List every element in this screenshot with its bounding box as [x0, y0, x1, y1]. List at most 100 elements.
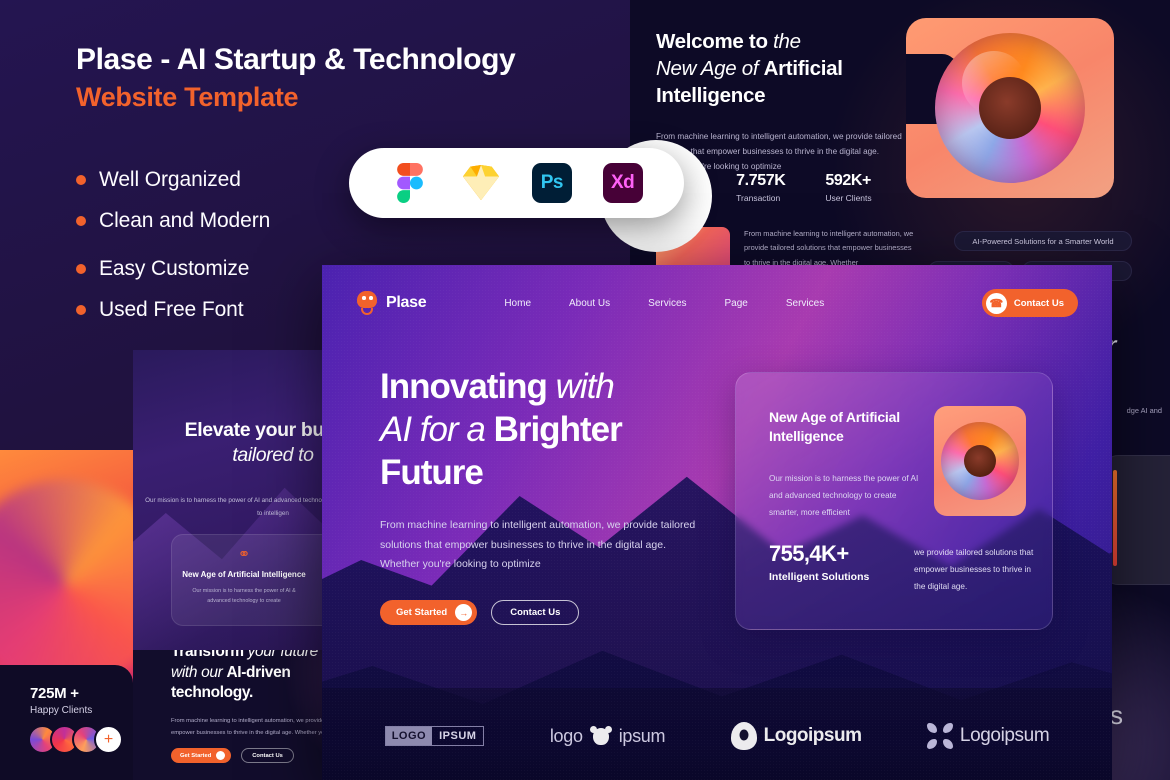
welcome-heading: Welcome to the New Age of Artificial Int…	[656, 28, 916, 109]
photoshop-glyph: Ps	[531, 163, 572, 203]
bullet-dot-icon	[76, 264, 86, 274]
hero-paragraph: From machine learning to intelligent aut…	[380, 519, 696, 570]
add-avatar-button[interactable]: +	[94, 725, 123, 754]
feature-card-title: New Age of Artificial Intelligence	[182, 570, 306, 579]
transform-heading-d: AI-driven	[226, 663, 291, 681]
card-title: New Age of Artificial Intelligence	[769, 409, 900, 444]
welcome-section: Welcome to the New Age of Artificial Int…	[656, 28, 916, 175]
abstract-3d-blob-icon	[941, 422, 1019, 500]
card-side-text: we provide tailored solutions that empow…	[914, 548, 1034, 591]
hero-copy-block: Innovating with AI for a Brighter Future…	[380, 365, 720, 626]
logo-text: Logoipsum	[959, 725, 1050, 746]
welcome-heading-e: Intelligence	[656, 84, 766, 108]
bullet-dot-icon	[76, 216, 86, 226]
right-side-card	[1104, 455, 1170, 585]
avatar-stack: +	[28, 725, 123, 754]
welcome-heading-c: New Age of	[656, 57, 764, 81]
stat-label: Transaction	[736, 193, 781, 203]
hero-artwork-card	[906, 18, 1114, 198]
get-started-button[interactable]: Get Started →	[380, 600, 478, 626]
hero-window: Plase Home About Us Services Page Servic…	[322, 265, 1112, 780]
logo-text: Logoipsum	[763, 725, 862, 746]
hero-heading-d: Brighter	[493, 410, 623, 450]
page-title: Plase - AI Startup & Technology	[76, 43, 516, 76]
poster-canvas: Plase - AI Startup & Technology Website …	[0, 0, 1170, 780]
page-subtitle: Website Template	[76, 82, 299, 113]
phone-icon: ☎	[985, 292, 1007, 314]
hero-nav-menu: Home About Us Services Page Services	[504, 298, 824, 309]
stat-value: 592K+	[825, 172, 871, 189]
clients-value: 725M +	[30, 685, 79, 702]
get-started-label: Get Started	[180, 752, 212, 759]
list-item: Clean and Modern	[76, 209, 270, 233]
arrow-right-icon: →	[455, 604, 473, 622]
card-stat-value: 755,4K+	[769, 541, 849, 566]
list-item: Easy Customize	[76, 257, 270, 281]
nav-item-home[interactable]: Home	[504, 298, 531, 309]
feature-label: Used Free Font	[99, 298, 244, 321]
hero-heading: Innovating with AI for a Brighter Future	[380, 365, 720, 494]
swirl-decoration	[0, 480, 133, 690]
logo-boxed-wrap: LOGO IPSUM	[384, 726, 485, 746]
design-tool-badges: Ps Xd	[349, 148, 684, 218]
tagline-pill[interactable]: AI-Powered Solutions for a Smarter World	[954, 231, 1132, 251]
feature-card-text: Our mission is to harness the power of A…	[192, 588, 296, 605]
nav-item-about-us[interactable]: About Us	[569, 298, 610, 309]
get-started-label: Get Started	[396, 607, 448, 619]
droplet-icon	[730, 722, 757, 750]
logo-part-a: LOGO	[385, 727, 433, 745]
feature-label: Well Organized	[99, 168, 241, 191]
clients-label: Happy Clients	[30, 705, 93, 716]
stat-value: 7.757K	[736, 172, 786, 189]
list-item: Used Free Font	[76, 298, 270, 322]
stat-label: User Clients	[825, 193, 872, 203]
petal-icon	[926, 723, 953, 749]
feature-card: ⚭ New Age of Artificial Intelligence Our…	[172, 535, 316, 625]
logo-part-a: logo	[549, 725, 583, 746]
logo-part-b: IPSUM	[439, 730, 477, 742]
transform-heading-c: with our	[171, 663, 227, 681]
hero-heading-b: with	[555, 367, 615, 406]
nav-item-services-2[interactable]: Services	[786, 298, 824, 309]
card-thumbnail	[934, 406, 1026, 516]
plase-logo-icon	[356, 291, 378, 315]
hero-heading-e: Future	[380, 453, 484, 493]
stat-block: 592K+ User Clients	[825, 172, 871, 203]
welcome-heading-b: the	[773, 30, 801, 53]
figma-icon	[390, 163, 430, 203]
xd-icon: Xd	[602, 163, 643, 203]
contact-us-button[interactable]: ☎ Contact Us	[981, 289, 1078, 317]
arrow-right-icon	[216, 751, 226, 760]
get-started-button[interactable]: Get Started	[171, 748, 232, 763]
logo-ipsum-drop: Logoipsum	[730, 722, 862, 750]
logo-ipsum-petal: Logoipsum	[926, 723, 1050, 749]
contact-us-button[interactable]: Contact Us	[241, 748, 294, 763]
promo-title-block: Plase - AI Startup & Technology Website …	[76, 42, 596, 114]
logo-part-b: ipsum	[618, 725, 666, 746]
brand-logo[interactable]: Plase	[356, 291, 427, 315]
bullet-dot-icon	[76, 305, 86, 315]
nav-item-services[interactable]: Services	[648, 298, 686, 309]
nav-item-page[interactable]: Page	[725, 298, 748, 309]
stat-block: 7.757K Transaction	[736, 172, 786, 203]
xd-glyph: Xd	[602, 163, 643, 203]
brand-name: Plase	[386, 294, 427, 311]
bear-icon	[589, 726, 612, 746]
sketch-icon	[461, 163, 501, 203]
logo-ipsum-bear: logo ipsum	[549, 725, 666, 747]
transform-heading-e: technology.	[171, 684, 253, 702]
card-stat-label: Intelligent Solutions	[769, 571, 870, 583]
hero-heading-a: Innovating	[380, 367, 556, 406]
transform-button-row: Get Started Contact Us	[171, 748, 294, 763]
hero-button-row: Get Started → Contact Us	[380, 600, 720, 626]
hero-heading-c: AI for a	[380, 410, 494, 450]
contact-us-secondary-button[interactable]: Contact Us	[491, 600, 580, 626]
client-logo-strip: LOGO IPSUM logo ipsum Logoipsum Logoipsu…	[322, 714, 1112, 758]
card-text: Our mission is to harness the power of A…	[769, 474, 919, 518]
photoshop-icon: Ps	[531, 163, 572, 203]
abstract-3d-blob-icon	[935, 33, 1085, 183]
feature-label: Clean and Modern	[99, 209, 271, 232]
logo-ipsum-boxed: LOGO IPSUM	[384, 726, 485, 746]
happy-clients-box: 725M + Happy Clients +	[0, 665, 133, 780]
promo-feature-list: Well Organized Clean and Modern Easy Cus…	[76, 168, 270, 339]
